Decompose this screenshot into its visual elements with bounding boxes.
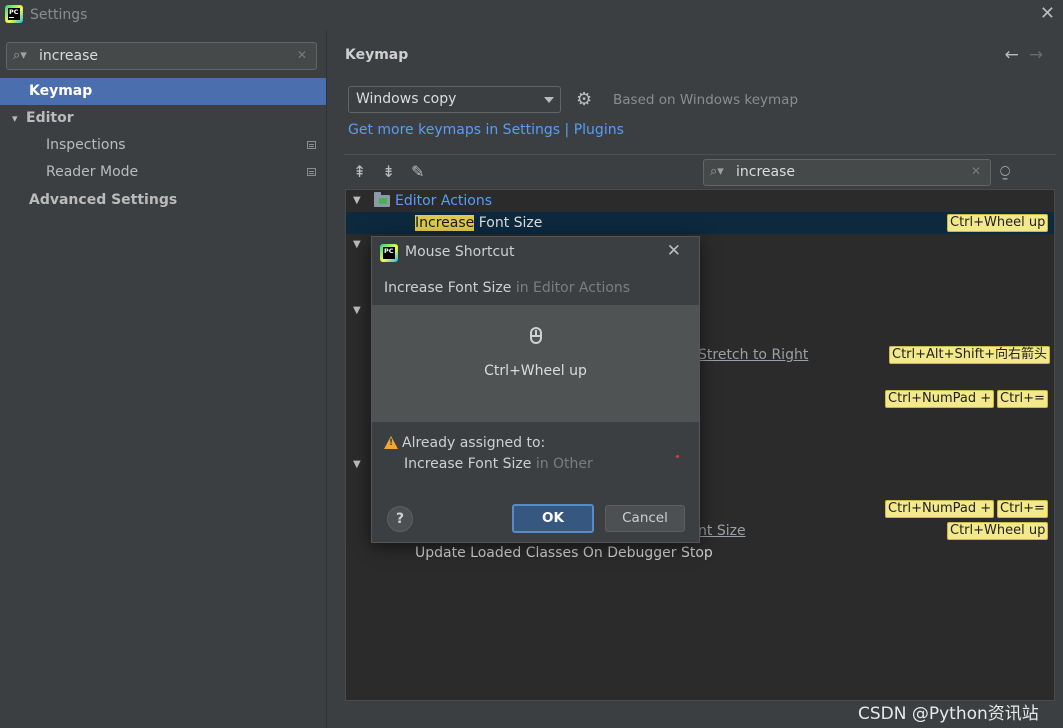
folder-icon xyxy=(374,192,390,207)
sidebar-item-keymap[interactable]: Keymap xyxy=(0,78,326,105)
edit-icon[interactable]: ✎ xyxy=(411,162,424,181)
forward-arrow-icon[interactable]: → xyxy=(1029,45,1053,65)
settings-search-input[interactable]: ⌕▾ increase ✕ xyxy=(6,42,317,70)
mouse-icon xyxy=(530,327,542,344)
sidebar-item-advanced-settings[interactable]: Advanced Settings xyxy=(29,187,177,214)
ok-button[interactable]: OK xyxy=(512,504,594,533)
shortcut-value: Ctrl+Wheel up xyxy=(484,363,587,379)
search-value: increase xyxy=(39,48,99,64)
shortcut-badge: Ctrl+= xyxy=(997,390,1048,408)
keymap-search-input[interactable]: ⌕▾ increase ✕ xyxy=(703,159,991,186)
keymap-select[interactable]: Windows copy xyxy=(348,86,561,113)
close-icon[interactable]: ✕ xyxy=(1040,3,1055,24)
sidebar-item-inspections[interactable]: Inspections xyxy=(46,132,326,159)
shortcut-badge: Ctrl+NumPad + xyxy=(885,500,995,518)
separator xyxy=(344,154,1056,155)
cancel-button[interactable]: Cancel xyxy=(605,505,685,532)
expand-all-icon[interactable]: ⇞ xyxy=(353,162,366,181)
close-icon[interactable]: ✕ xyxy=(667,241,681,261)
warning-text: Already assigned to: xyxy=(402,435,546,451)
shortcut-badge: Ctrl+Alt+Shift+向右箭头 xyxy=(889,346,1050,364)
chevron-down-icon: ▼ xyxy=(353,195,361,206)
window-title: Settings xyxy=(30,7,88,23)
find-by-shortcut-icon[interactable]: ⍜ xyxy=(1000,162,1010,182)
shortcut-badge: Ctrl+Wheel up xyxy=(947,522,1049,540)
page-title: Keymap xyxy=(345,47,409,63)
chevron-down-icon: ▼ xyxy=(353,305,361,316)
shortcut-badge: Ctrl+Wheel up xyxy=(947,214,1049,232)
based-on-label: Based on Windows keymap xyxy=(613,92,799,108)
dialog-action-label: Increase Font Size in Editor Actions xyxy=(384,280,631,296)
collapse-all-icon[interactable]: ⇟ xyxy=(382,162,395,181)
warning-icon: ! xyxy=(384,436,398,449)
tree-row-update-loaded-classes[interactable]: Update Loaded Classes On Debugger Stop xyxy=(346,542,1054,564)
project-settings-icon xyxy=(307,168,316,176)
watermark: CSDN @Python资讯站 xyxy=(858,704,1039,724)
clear-icon[interactable]: ✕ xyxy=(297,48,307,62)
mouse-shortcut-area[interactable]: Ctrl+Wheel up xyxy=(372,305,699,422)
gear-icon[interactable]: ⚙ xyxy=(576,89,592,110)
tree-row-increase-font-size[interactable]: Increase Font Size Ctrl+Wheel up xyxy=(346,212,1054,234)
chevron-down-icon: ▼ xyxy=(353,459,361,470)
search-icon: ⌕▾ xyxy=(13,48,27,63)
project-settings-icon xyxy=(307,141,316,149)
dialog-title: Mouse Shortcut xyxy=(405,244,515,260)
pycharm-logo-icon: PC xyxy=(380,244,398,262)
plugins-link[interactable]: Get more keymaps in Settings | Plugins xyxy=(348,122,624,138)
help-button[interactable]: ? xyxy=(387,506,413,532)
mouse-shortcut-dialog: PC Mouse Shortcut ✕ Increase Font Size i… xyxy=(371,236,700,543)
error-dot xyxy=(676,455,679,458)
back-arrow-icon[interactable]: ← xyxy=(1005,45,1029,65)
nav-arrows: ←→ xyxy=(1005,45,1054,65)
clear-icon[interactable]: ✕ xyxy=(971,164,981,178)
conflict-label: Increase Font Size in Other xyxy=(404,456,593,472)
chevron-down-icon: ▾ xyxy=(12,112,18,125)
shortcut-badge: Ctrl+NumPad + xyxy=(885,390,995,408)
chevron-down-icon xyxy=(544,97,554,103)
chevron-down-icon: ▼ xyxy=(353,239,361,250)
settings-sidebar: ⌕▾ increase ✕ Keymap ▾ Editor Inspections… xyxy=(0,30,326,728)
pycharm-logo-icon: PC xyxy=(5,5,23,23)
sidebar-item-reader-mode[interactable]: Reader Mode xyxy=(46,159,326,186)
shortcut-badge: Ctrl+= xyxy=(997,500,1048,518)
title-bar: PC Settings ✕ xyxy=(0,0,1063,30)
tree-group-editor-actions[interactable]: ▼ Editor Actions xyxy=(346,190,1054,212)
sidebar-item-editor[interactable]: ▾ Editor xyxy=(12,105,74,132)
search-icon: ⌕▾ xyxy=(710,164,724,179)
